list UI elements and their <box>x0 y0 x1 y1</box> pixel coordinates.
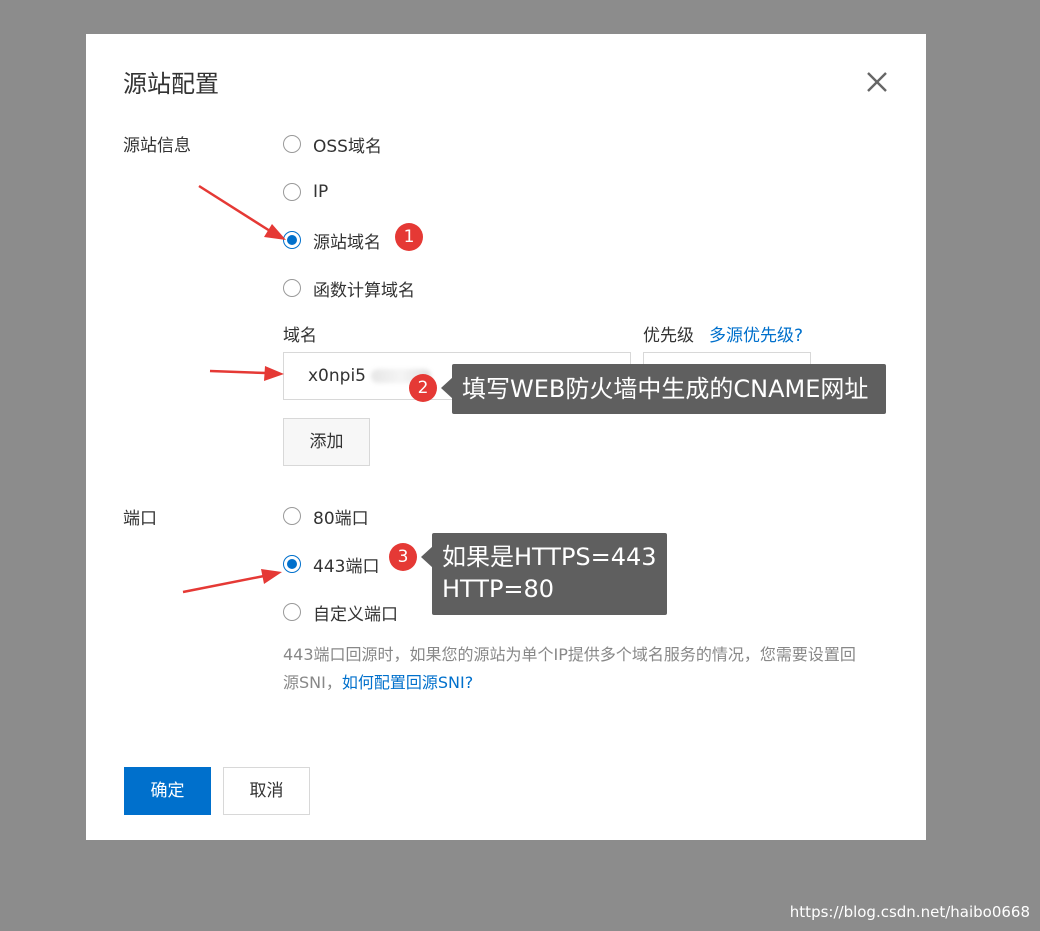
watermark: https://blog.csdn.net/haibo0668 <box>789 903 1030 921</box>
step-badge-2: 2 <box>409 374 437 402</box>
annotation-arrows <box>182 184 286 594</box>
step-badge-1: 1 <box>395 223 423 251</box>
arrow-2 <box>209 366 284 381</box>
arrow-3 <box>182 569 282 594</box>
arrow-1 <box>198 184 286 240</box>
https-tooltip-line-1: 如果是HTTPS=443 <box>442 543 657 571</box>
https-tooltip: 如果是HTTPS=443 HTTP=80 <box>432 533 667 615</box>
step-badge-3: 3 <box>389 543 417 571</box>
cname-tooltip: 填写WEB防火墙中生成的CNAME网址 <box>452 364 886 414</box>
https-tooltip-line-2: HTTP=80 <box>442 575 555 603</box>
